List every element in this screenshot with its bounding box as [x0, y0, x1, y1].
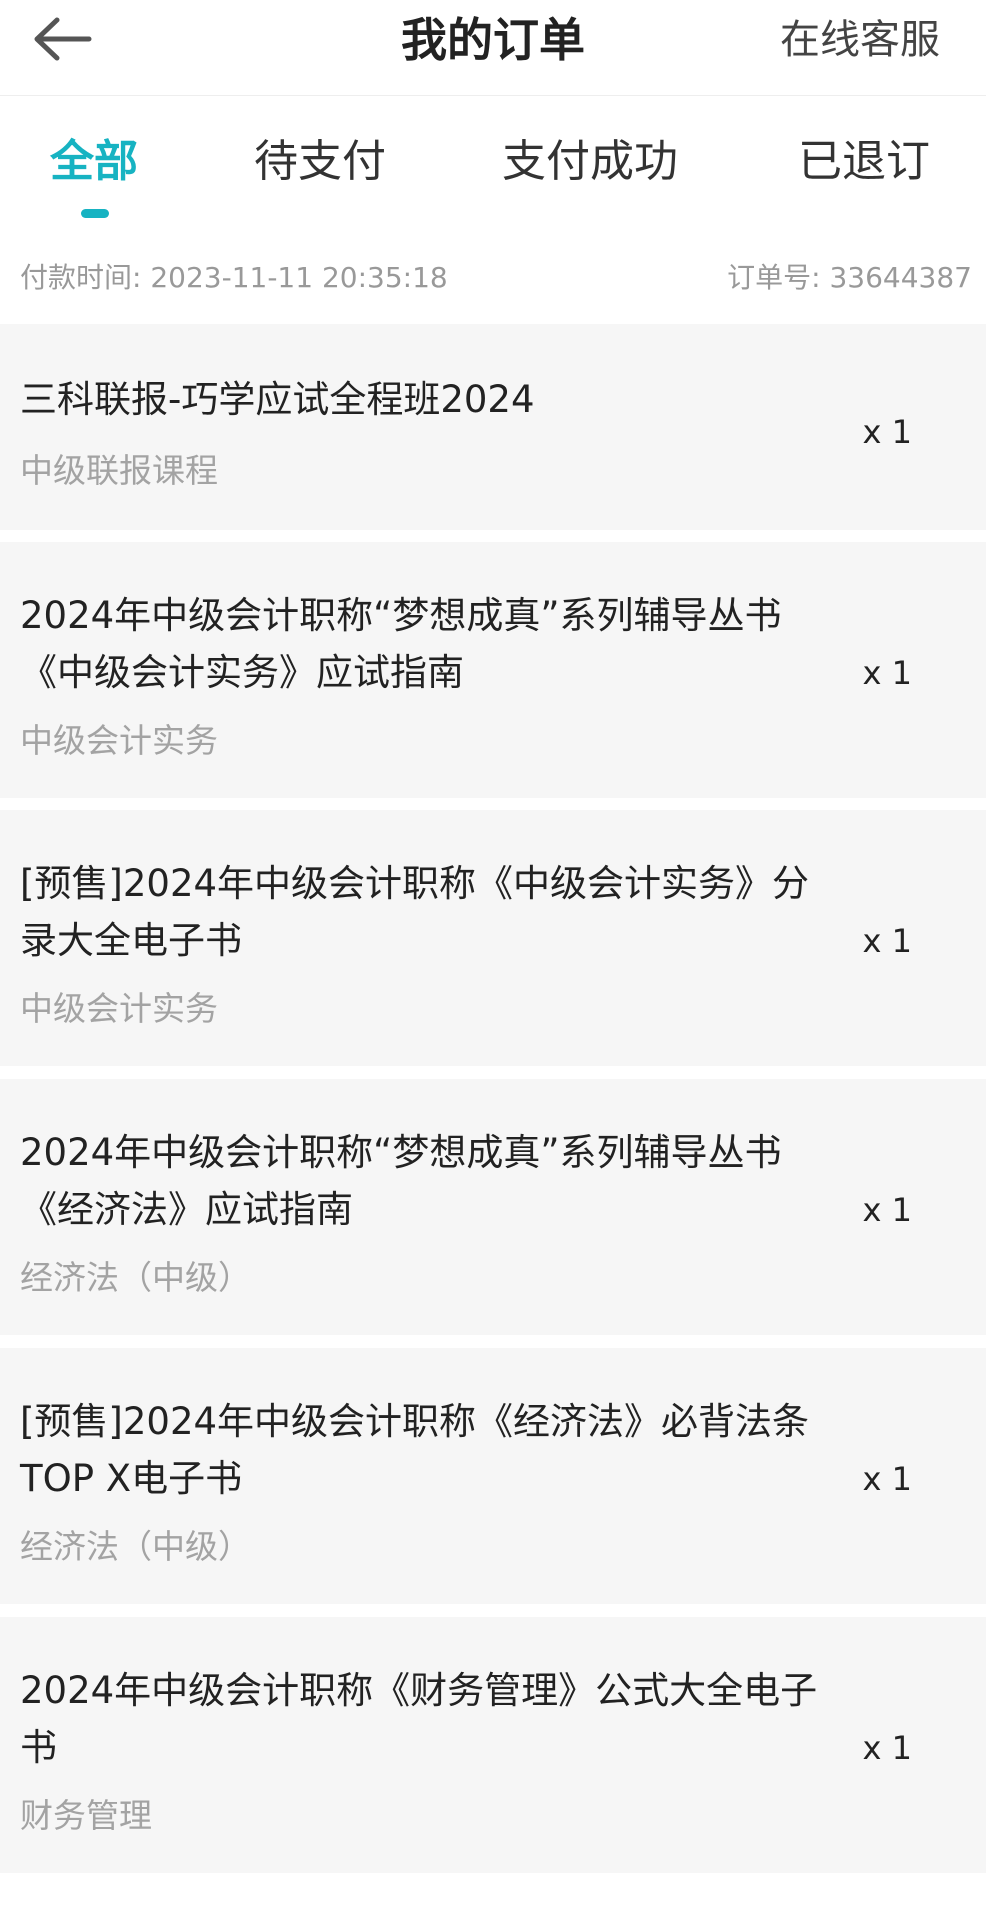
tab-cancelled[interactable]: 已退订	[794, 132, 934, 192]
item-subtitle: 中级会计实务	[20, 721, 218, 760]
order-item[interactable]: 2024年中级会计职称“梦想成真”系列辅导丛书《中级会计实务》应试指南 中级会计…	[0, 542, 986, 798]
online-service-button[interactable]: 在线客服	[780, 0, 940, 80]
order-meta: 付款时间: 2023-11-11 20:35:18 订单号: 33644387	[0, 224, 986, 324]
order-item[interactable]: 2024年中级会计职称“梦想成真”系列辅导丛书《经济法》应试指南 经济法（中级）…	[0, 1079, 986, 1335]
order-item[interactable]: 三科联报-巧学应试全程班2024 中级联报课程 x 1	[0, 324, 986, 530]
order-item[interactable]: [预售]2024年中级会计职称《经济法》必背法条TOP X电子书 经济法（中级）…	[0, 1348, 986, 1604]
item-title: [预售]2024年中级会计职称《经济法》必背法条TOP X电子书	[20, 1400, 810, 1500]
order-number: 订单号: 33644387	[727, 261, 972, 294]
order-item[interactable]: [预售]2024年中级会计职称《中级会计实务》分录大全电子书 中级会计实务 x …	[0, 810, 986, 1066]
tab-payment-success[interactable]: 支付成功	[500, 132, 680, 192]
item-quantity: x 1	[862, 922, 912, 960]
item-subtitle: 财务管理	[20, 1796, 152, 1835]
item-quantity: x 1	[862, 1729, 912, 1767]
item-subtitle: 中级联报课程	[20, 451, 218, 490]
order-status-tabs: 全部 待支付 支付成功 已退订	[0, 96, 986, 224]
item-subtitle: 经济法（中级）	[20, 1258, 251, 1297]
item-title: 三科联报-巧学应试全程班2024	[20, 378, 535, 421]
tab-pending-payment[interactable]: 待支付	[250, 132, 390, 192]
item-quantity: x 1	[862, 413, 912, 451]
app-header: 我的订单 在线客服	[0, 0, 986, 96]
payment-time: 付款时间: 2023-11-11 20:35:18	[20, 261, 448, 294]
item-subtitle: 经济法（中级）	[20, 1527, 251, 1566]
active-tab-indicator	[81, 209, 109, 218]
tab-all[interactable]: 全部	[46, 132, 142, 192]
item-quantity: x 1	[862, 654, 912, 692]
item-title: 2024年中级会计职称“梦想成真”系列辅导丛书《经济法》应试指南	[20, 1131, 782, 1231]
order-item[interactable]: 2024年中级会计职称《财务管理》公式大全电子书 财务管理 x 1	[0, 1617, 986, 1873]
item-quantity: x 1	[862, 1460, 912, 1498]
item-title: [预售]2024年中级会计职称《中级会计实务》分录大全电子书	[20, 862, 810, 962]
item-subtitle: 中级会计实务	[20, 989, 218, 1028]
item-title: 2024年中级会计职称“梦想成真”系列辅导丛书《中级会计实务》应试指南	[20, 594, 782, 694]
item-title: 2024年中级会计职称《财务管理》公式大全电子书	[20, 1669, 818, 1769]
item-quantity: x 1	[862, 1191, 912, 1229]
